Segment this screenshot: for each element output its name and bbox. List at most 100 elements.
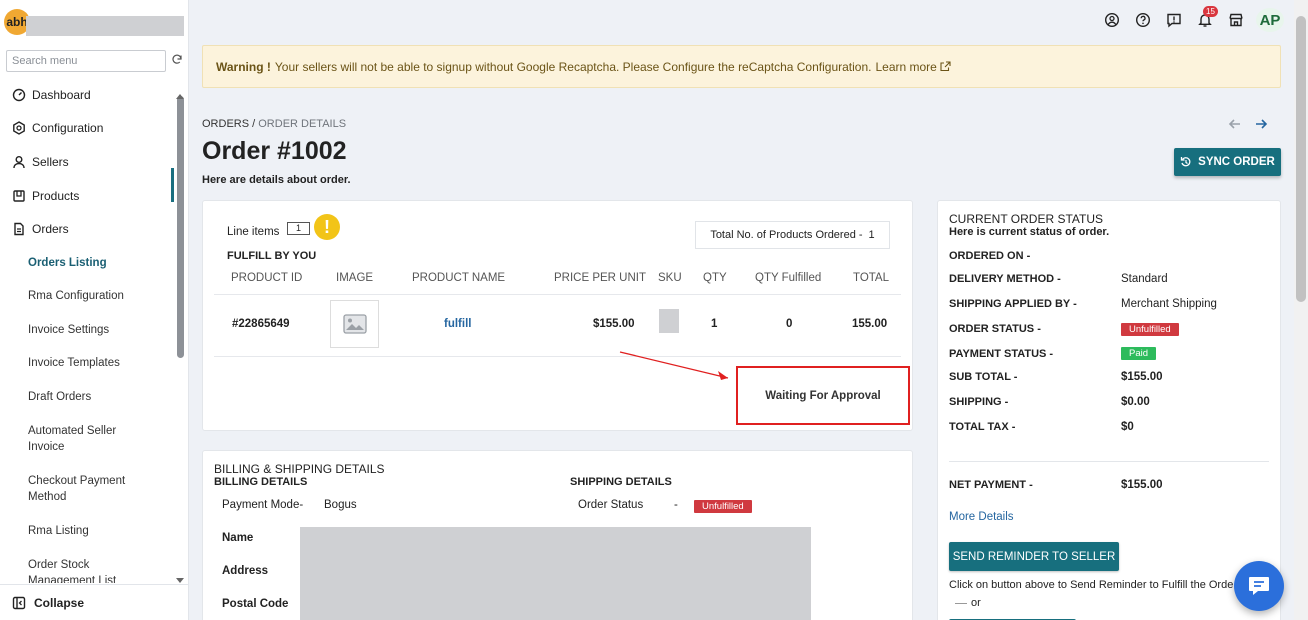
collapse-button[interactable]: Collapse xyxy=(0,584,189,620)
send-reminder-button[interactable]: SEND REMINDER TO SELLER xyxy=(949,542,1119,571)
column-header: TOTAL xyxy=(853,272,889,284)
sidebar-subitem-draft-orders[interactable]: Draft Orders xyxy=(28,389,168,405)
sidebar-item-dashboard[interactable]: Dashboard xyxy=(12,85,91,105)
store-name-redacted xyxy=(26,16,184,36)
scroll-up-icon[interactable] xyxy=(176,88,184,102)
delivery-method-value: Standard xyxy=(1121,273,1168,285)
dashboard-icon xyxy=(12,88,26,102)
column-header: QTY xyxy=(703,272,727,284)
sidebar-subitem-orders-listing[interactable]: Orders Listing xyxy=(28,255,168,271)
breadcrumb-orders[interactable]: ORDERS xyxy=(202,118,249,130)
shipping-status-badge: Unfulfilled xyxy=(694,500,752,513)
order-status-label: ORDER STATUS - xyxy=(949,323,1041,335)
shipping-value: $0.00 xyxy=(1121,396,1150,408)
sidebar-item-orders[interactable]: Orders xyxy=(12,219,69,239)
shipping-applied-by-value: Merchant Shipping xyxy=(1121,298,1217,310)
net-payment-value: $155.00 xyxy=(1121,479,1163,491)
product-id-cell: #22865649 xyxy=(232,318,290,330)
warning-icon[interactable]: ! xyxy=(314,214,340,240)
product-name-link[interactable]: fulfill xyxy=(444,318,471,330)
sync-order-button[interactable]: SYNC ORDER xyxy=(1174,148,1281,176)
search-menu-input[interactable] xyxy=(7,51,165,71)
sidebar-subitem-rma-configuration[interactable]: Rma Configuration xyxy=(28,288,168,304)
sidebar-subitem-rma-listing[interactable]: Rma Listing xyxy=(28,523,168,539)
shipping-label: SHIPPING - xyxy=(949,396,1009,408)
column-header: IMAGE xyxy=(336,272,374,284)
order-navigation xyxy=(1228,117,1280,131)
current-status-title: CURRENT ORDER STATUS xyxy=(949,212,1104,226)
account-icon[interactable] xyxy=(1104,12,1120,28)
total-cell: 155.00 xyxy=(852,318,888,330)
total-products-label: Total No. of Products Ordered - xyxy=(710,229,863,241)
reminder-note: Click on button above to Send Reminder t… xyxy=(949,579,1234,591)
current-status-subtitle: Here is current status of order. xyxy=(949,226,1110,238)
or-text: or xyxy=(971,597,981,609)
product-image xyxy=(330,300,379,348)
previous-order-arrow-icon[interactable] xyxy=(1228,117,1242,131)
sidebar-subitem-automated-seller-invoice[interactable]: Automated Seller Invoice xyxy=(28,423,138,455)
product-icon xyxy=(12,189,26,203)
column-header: PRICE PER UNIT xyxy=(554,272,647,284)
sidebar-item-label: Dashboard xyxy=(32,88,91,102)
sidebar-subitem-order-stock-management[interactable]: Order Stock Management List xyxy=(28,557,138,583)
total-tax-label: TOTAL TAX - xyxy=(949,421,1016,433)
total-products-box: Total No. of Products Ordered - 1 xyxy=(695,221,890,249)
refresh-icon[interactable] xyxy=(171,54,183,66)
active-indicator xyxy=(171,168,174,202)
sidebar-item-label: Orders xyxy=(32,222,69,236)
payment-mode-label: Payment Mode- xyxy=(222,499,304,511)
feedback-icon[interactable] xyxy=(1166,12,1182,28)
status-divider xyxy=(949,461,1269,462)
more-details-link[interactable]: More Details xyxy=(949,511,1014,523)
address-label: Address xyxy=(222,565,269,577)
bell-icon[interactable]: 15 xyxy=(1197,6,1218,28)
sidebar-scrollbar[interactable] xyxy=(177,96,184,358)
approval-status-text: Waiting For Approval xyxy=(765,389,881,402)
learn-more-link[interactable]: Learn more xyxy=(875,60,936,74)
help-icon[interactable] xyxy=(1135,12,1151,28)
billing-details-header: BILLING DETAILS xyxy=(214,476,308,488)
external-link-icon[interactable] xyxy=(940,61,951,72)
sync-icon xyxy=(1180,156,1192,168)
sidebar-item-label: Products xyxy=(32,189,80,203)
total-tax-value: $0 xyxy=(1121,421,1134,433)
column-header: PRODUCT NAME xyxy=(412,272,506,284)
order-status-card: CURRENT ORDER STATUS Here is current sta… xyxy=(937,200,1281,620)
breadcrumb: ORDERS / ORDER DETAILS xyxy=(202,118,346,130)
sync-order-label: SYNC ORDER xyxy=(1198,156,1275,168)
payment-status-label: PAYMENT STATUS - xyxy=(949,348,1054,360)
sidebar-subitem-checkout-payment-method[interactable]: Checkout Payment Method xyxy=(28,473,138,505)
line-items-count: 1 xyxy=(287,222,310,235)
total-products-value: 1 xyxy=(868,229,875,241)
avatar[interactable]: AP xyxy=(1256,8,1284,32)
search-menu-box xyxy=(6,50,166,72)
postal-code-label: Postal Code xyxy=(222,598,289,610)
page-scroll-thumb[interactable] xyxy=(1296,16,1306,302)
column-header: QTY Fulfilled xyxy=(755,272,822,284)
sidebar-subitem-invoice-settings[interactable]: Invoice Settings xyxy=(28,322,168,338)
image-placeholder-icon xyxy=(342,314,367,334)
or-divider: or xyxy=(949,597,1029,609)
annotation-arrow xyxy=(619,351,729,380)
sku-redacted xyxy=(659,309,679,333)
line-items-card: Line items 1 ! Total No. of Products Ord… xyxy=(202,200,913,431)
sidebar-item-configuration[interactable]: Configuration xyxy=(12,118,103,138)
chat-icon xyxy=(1249,577,1269,595)
sidebar-menu: Dashboard Configuration Sellers Products… xyxy=(0,78,175,583)
ordered-on-label: ORDERED ON - xyxy=(949,250,1031,262)
sidebar-subitem-invoice-templates[interactable]: Invoice Templates xyxy=(28,355,168,371)
document-icon xyxy=(12,222,26,236)
next-order-arrow-icon[interactable] xyxy=(1254,117,1268,131)
page-scrollbar[interactable] xyxy=(1294,0,1308,620)
sidebar-item-products[interactable]: Products xyxy=(12,186,79,206)
order-status-badge: Unfulfilled xyxy=(1121,323,1179,336)
store-icon[interactable] xyxy=(1228,12,1244,28)
sidebar-item-sellers[interactable]: Sellers xyxy=(12,152,69,172)
chat-button[interactable] xyxy=(1234,561,1284,611)
page-subtitle: Here are details about order. xyxy=(202,174,351,186)
recaptcha-warning-banner: Warning ! Your sellers will not be able … xyxy=(202,45,1281,88)
payment-mode-value: Bogus xyxy=(324,499,357,511)
billing-info-redacted xyxy=(300,527,811,620)
payment-status-badge: Paid xyxy=(1121,347,1157,360)
subtotal-value: $155.00 xyxy=(1121,371,1163,383)
